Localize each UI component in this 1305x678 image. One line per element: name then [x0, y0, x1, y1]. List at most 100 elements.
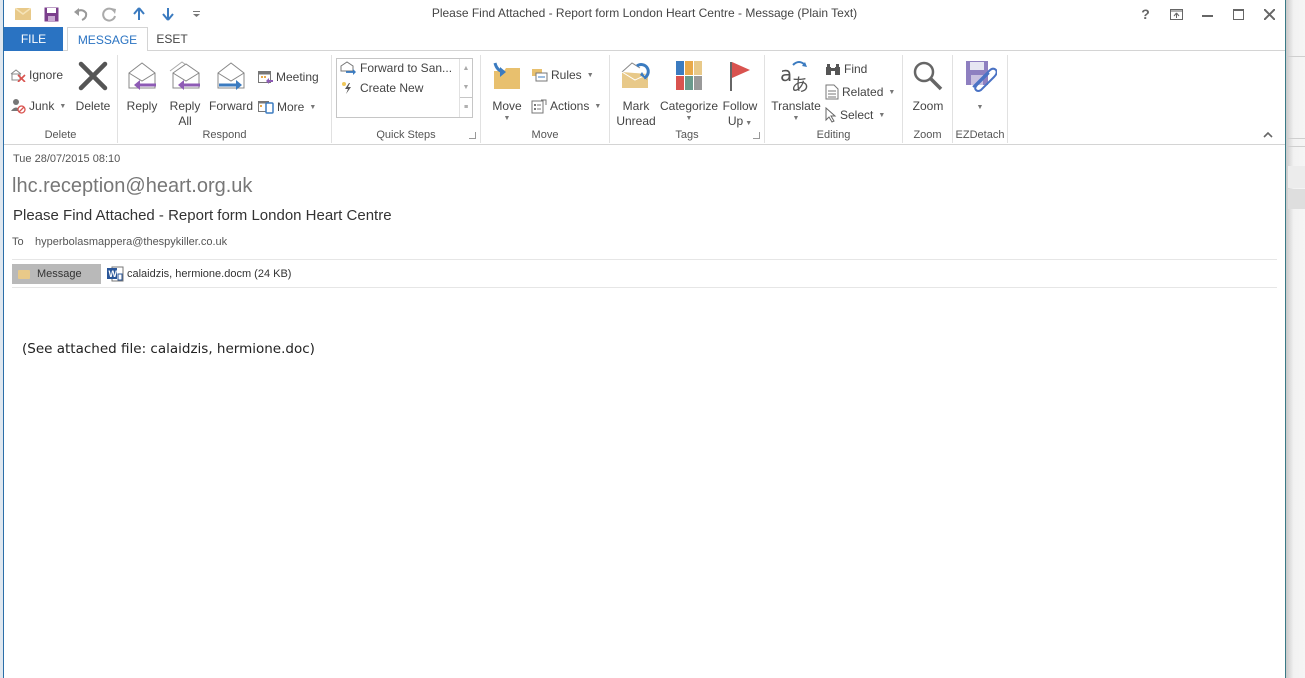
meeting-label: Meeting — [276, 70, 319, 84]
ribbon-group-ezdetach: ▼ EZDetach — [953, 55, 1008, 143]
minimize-button[interactable] — [1192, 2, 1223, 26]
tags-dialog-launcher[interactable] — [753, 132, 760, 139]
binoculars-icon — [826, 63, 840, 75]
ignore-button[interactable]: Ignore — [10, 65, 63, 85]
find-label: Find — [844, 62, 868, 76]
forward-button[interactable]: Forward — [208, 57, 254, 114]
group-label-tags: Tags — [675, 129, 699, 141]
message-body-tab[interactable]: Message — [12, 264, 101, 284]
ignore-icon — [10, 69, 26, 82]
zoom-label: Zoom — [912, 99, 944, 113]
ezdetach-button[interactable]: ▼ — [959, 57, 1001, 113]
word-document-icon: W — [107, 266, 124, 282]
envelope-icon — [18, 269, 30, 279]
svg-text:W: W — [109, 269, 118, 279]
meeting-button[interactable]: Meeting — [258, 67, 319, 87]
mark-unread-icon — [621, 62, 650, 88]
select-label: Select — [840, 108, 874, 122]
junk-icon — [11, 99, 26, 114]
follow-up-label-2: Up — [727, 114, 744, 128]
quick-step-create-new[interactable]: Create New — [340, 81, 423, 95]
related-icon — [825, 84, 839, 100]
forward-label: Forward — [208, 99, 253, 113]
move-button[interactable]: Move ▼ — [489, 57, 525, 124]
group-label-ezdetach: EZDetach — [955, 129, 1005, 141]
group-label-move: Move — [531, 129, 559, 141]
quick-step-forward[interactable]: Forward to San... — [340, 61, 452, 75]
message-sender[interactable]: lhc.reception@heart.org.uk — [12, 175, 252, 198]
more-respond-button[interactable]: More ▼ — [258, 97, 316, 117]
categorize-icon — [676, 61, 702, 90]
reply-icon — [128, 62, 156, 90]
follow-up-label-1: Follow — [722, 99, 758, 113]
ignore-label: Ignore — [29, 68, 64, 82]
forward-envelope-icon — [340, 61, 356, 75]
junk-button[interactable]: Junk ▼ — [10, 96, 66, 116]
create-new-icon — [342, 82, 351, 94]
ribbon-group-tags: Mark Unread Categorize ▼ Follow Up ▼ Tags — [610, 55, 765, 143]
actions-button[interactable]: Actions ▼ — [531, 96, 601, 116]
background-window-edge-right — [1285, 0, 1305, 678]
reply-all-button[interactable]: Reply All — [166, 57, 204, 129]
mark-unread-label-2: Unread — [616, 114, 656, 128]
translate-label: Translate — [771, 99, 821, 113]
ezdetach-icon — [966, 61, 997, 92]
reply-label: Reply — [126, 99, 158, 113]
more-respond-icon — [258, 101, 274, 114]
quick-steps-more[interactable]: ≡ — [460, 97, 472, 116]
select-button[interactable]: Select ▼ — [825, 105, 885, 125]
ribbon: Ignore Junk ▼ Delete Delete Reply Reply A… — [4, 51, 1285, 145]
reply-all-icon — [169, 61, 200, 90]
help-button[interactable]: ? — [1130, 2, 1161, 26]
reply-all-label-2: All — [178, 114, 192, 128]
group-label-editing: Editing — [816, 129, 851, 141]
attachment-item[interactable]: W calaidzis, hermione.docm (24 KB) — [107, 264, 291, 284]
rules-label: Rules — [551, 68, 582, 82]
translate-button[interactable]: aあ Translate ▼ — [769, 57, 823, 124]
attachment-bar: Message W calaidzis, hermione.docm (24 K… — [12, 259, 1277, 288]
ribbon-group-zoom: Zoom Zoom — [903, 55, 953, 143]
mark-unread-button[interactable]: Mark Unread — [614, 57, 658, 129]
actions-icon — [531, 99, 547, 113]
reply-button[interactable]: Reply — [124, 57, 160, 114]
close-button[interactable] — [1254, 2, 1285, 26]
rules-button[interactable]: Rules ▼ — [531, 65, 594, 85]
ribbon-group-quick-steps: Forward to San... Create New ▲ ▼ ≡ Quick… — [332, 55, 481, 143]
tab-file[interactable]: FILE — [4, 27, 63, 51]
forward-icon — [217, 62, 245, 90]
mark-unread-label-1: Mark — [622, 99, 650, 113]
actions-label: Actions — [550, 99, 590, 113]
find-button[interactable]: Find — [825, 59, 867, 79]
categorize-button[interactable]: Categorize ▼ — [660, 57, 718, 124]
maximize-button[interactable] — [1223, 2, 1254, 26]
follow-up-button[interactable]: Follow Up ▼ — [720, 57, 760, 131]
quick-steps-scroll-down[interactable]: ▼ — [460, 78, 472, 97]
quick-steps-scroll-up[interactable]: ▲ — [460, 59, 472, 78]
zoom-button[interactable]: Zoom — [907, 57, 949, 114]
collapse-ribbon-icon[interactable] — [1263, 129, 1273, 141]
related-label: Related — [842, 85, 884, 99]
magnifier-icon — [913, 61, 943, 91]
group-label-quick-steps: Quick Steps — [376, 129, 436, 141]
ribbon-tabs: FILE MESSAGE ESET — [4, 27, 1285, 52]
to-label: To — [12, 236, 24, 248]
related-button[interactable]: Related ▼ — [825, 82, 895, 102]
delete-icon — [78, 61, 108, 91]
categorize-label: Categorize — [660, 99, 719, 113]
ribbon-display-options-button[interactable] — [1161, 2, 1192, 26]
rules-icon — [532, 69, 548, 82]
recipient[interactable]: hyperbolasmappera@thespykiller.co.uk — [35, 236, 227, 248]
quick-steps-dialog-launcher[interactable] — [469, 132, 476, 139]
tab-message[interactable]: MESSAGE — [67, 27, 148, 52]
ribbon-group-respond: Reply Reply All Forward Meeting More ▼ Re… — [118, 55, 332, 143]
window-controls: ? — [1130, 2, 1285, 26]
more-respond-label: More — [277, 100, 305, 114]
move-folder-icon — [493, 62, 520, 89]
quick-steps-gallery: Forward to San... Create New ▲ ▼ ≡ — [336, 58, 473, 118]
attachment-name: calaidzis, hermione.docm (24 KB) — [127, 268, 292, 280]
delete-button[interactable]: Delete — [74, 57, 112, 114]
message-window: Please Find Attached - Report form Londo… — [4, 0, 1285, 678]
message-date: Tue 28/07/2015 08:10 — [13, 153, 121, 165]
ribbon-group-editing: aあ Translate ▼ Find Related ▼ Select ▼ Edi… — [765, 55, 903, 143]
tab-eset[interactable]: ESET — [150, 27, 194, 51]
